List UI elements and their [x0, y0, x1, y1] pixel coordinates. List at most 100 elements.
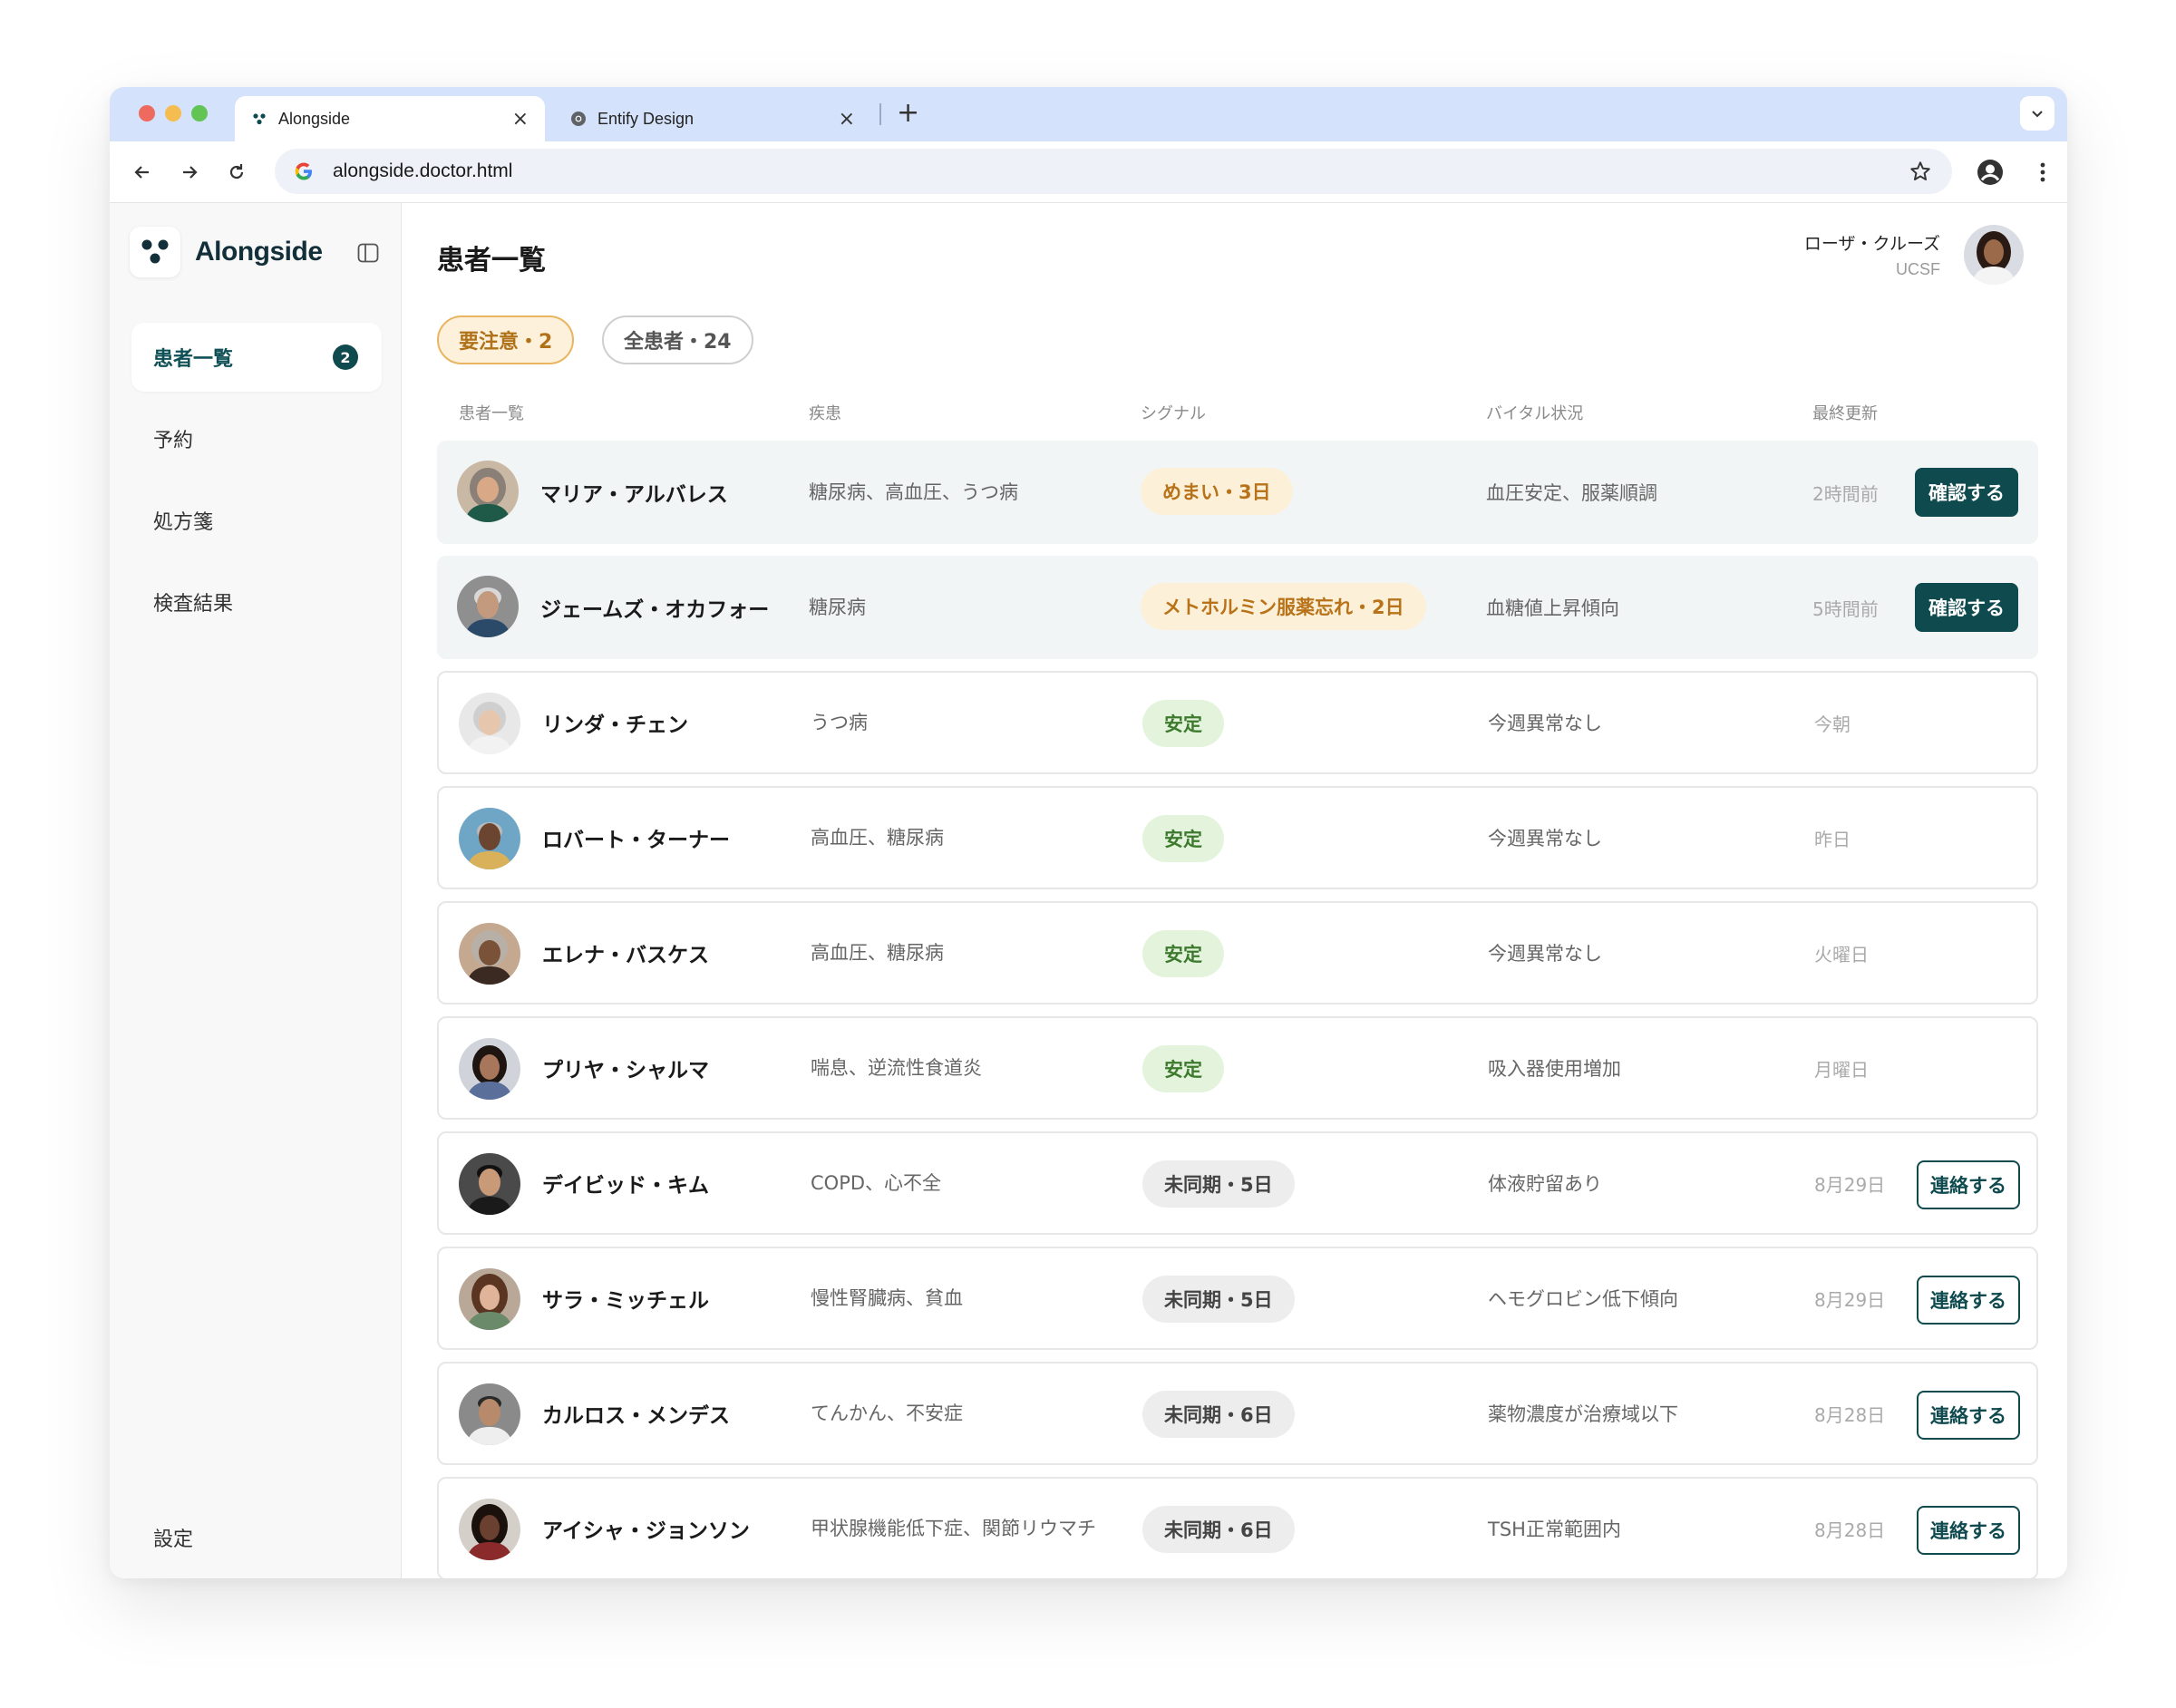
patient-conditions: 高血圧、糖尿病 — [811, 826, 944, 849]
table-row[interactable]: リンダ・チェン うつ病 安定 今週異常なし 今朝 — [437, 671, 2038, 774]
signal-badge: 安定 — [1142, 700, 1224, 747]
last-updated: 8月28日 — [1814, 1519, 1886, 1541]
signal-badge: メトホルミン服薬忘れ・2日 — [1141, 583, 1426, 630]
sidebar-item-lab-results[interactable]: 検査結果 — [131, 568, 382, 636]
avatar — [459, 1383, 520, 1445]
review-button[interactable]: 確認する — [1915, 583, 2018, 632]
tab-search-button[interactable] — [2020, 96, 2055, 131]
contact-button[interactable]: 連絡する — [1917, 1160, 2020, 1209]
vital-status: 薬物濃度が治療域以下 — [1488, 1403, 1678, 1425]
maximize-window-button[interactable] — [191, 105, 208, 121]
user-organization: UCSF — [1896, 260, 1940, 278]
contact-button[interactable]: 連絡する — [1917, 1506, 2020, 1555]
tab-entify-design[interactable]: Entify Design × — [554, 96, 871, 141]
table-row[interactable]: プリヤ・シャルマ 喘息、逆流性食道炎 安定 吸入器使用増加 月曜日 — [437, 1016, 2038, 1120]
browser-window: Alongside × Entify Design × + alongside.… — [110, 87, 2067, 1578]
more-vertical-icon — [2040, 162, 2045, 182]
filter-attention[interactable]: 要注意・2 — [437, 315, 575, 364]
patient-name: リンダ・チェン — [542, 713, 688, 737]
patient-conditions: COPD、心不全 — [811, 1171, 942, 1194]
chevron-down-icon — [2032, 111, 2043, 118]
user-info: ローザ・クルーズ UCSF — [1804, 230, 1940, 279]
table-row[interactable]: サラ・ミッチェル 慢性腎臓病、貧血 未同期・5日 ヘモグロビン低下傾向 8月29… — [437, 1247, 2038, 1350]
back-button[interactable] — [128, 158, 157, 187]
notification-badge: 2 — [333, 345, 358, 370]
vital-status: 今週異常なし — [1488, 713, 1602, 734]
sidebar-item-appointments[interactable]: 予約 — [131, 404, 382, 473]
review-button[interactable]: 確認する — [1915, 468, 2018, 517]
table-row[interactable]: デイビッド・キム COPD、心不全 未同期・5日 体液貯留あり 8月29日 連絡… — [437, 1131, 2038, 1235]
table-row[interactable]: エレナ・バスケス 高血圧、糖尿病 安定 今週異常なし 火曜日 — [437, 901, 2038, 1004]
vital-status: 今週異常なし — [1488, 943, 1602, 965]
signal-badge: 未同期・5日 — [1142, 1160, 1295, 1208]
avatar — [459, 1268, 520, 1330]
brand[interactable]: Alongside — [130, 227, 323, 277]
table-row[interactable]: マリア・アルバレス 糖尿病、高血圧、うつ病 めまい・3日 血圧安定、服薬順調 2… — [437, 441, 2038, 544]
tab-strip: Alongside × Entify Design × + — [110, 87, 2067, 141]
tab-label: Entify Design — [597, 109, 695, 128]
last-updated: 8月29日 — [1814, 1288, 1886, 1311]
last-updated: 8月29日 — [1814, 1173, 1886, 1196]
patient-name: マリア・アルバレス — [540, 483, 728, 507]
avatar — [457, 576, 519, 637]
tab-alongside[interactable]: Alongside × — [235, 96, 545, 141]
contact-button[interactable]: 連絡する — [1917, 1391, 2020, 1440]
last-updated: 2時間前 — [1812, 482, 1879, 505]
last-updated: 月曜日 — [1814, 1058, 1869, 1081]
vital-status: TSH正常範囲内 — [1488, 1519, 1621, 1540]
browser-menu-button[interactable] — [2028, 158, 2057, 190]
column-header-signal: シグナル — [1141, 404, 1206, 423]
contact-button[interactable]: 連絡する — [1917, 1276, 2020, 1325]
patient-name: サラ・ミッチェル — [542, 1289, 709, 1313]
tab-label: Alongside — [278, 109, 351, 128]
close-window-button[interactable] — [139, 105, 155, 121]
avatar[interactable] — [1964, 225, 2024, 285]
star-icon — [1910, 161, 1930, 180]
vital-status: 血圧安定、服薬順調 — [1486, 482, 1657, 504]
profile-button[interactable] — [1976, 158, 2005, 190]
table-row[interactable]: ロバート・ターナー 高血圧、糖尿病 安定 今週異常なし 昨日 — [437, 786, 2038, 889]
avatar — [459, 923, 520, 985]
avatar — [459, 693, 520, 754]
patient-name: カルロス・メンデス — [542, 1404, 730, 1428]
table-row[interactable]: アイシャ・ジョンソン 甲状腺機能低下症、関節リウマチ 未同期・6日 TSH正常範… — [437, 1477, 2038, 1578]
vital-status: 血糖値上昇傾向 — [1486, 597, 1619, 619]
sidebar-toggle-button[interactable] — [356, 241, 380, 268]
table-row[interactable]: ジェームズ・オカフォー 糖尿病 メトホルミン服薬忘れ・2日 血糖値上昇傾向 5時… — [437, 556, 2038, 659]
vital-status: 吸入器使用増加 — [1488, 1058, 1621, 1080]
google-g-icon — [295, 162, 312, 180]
signal-badge: 安定 — [1142, 930, 1224, 977]
patient-conditions: 糖尿病 — [809, 596, 866, 618]
arrow-right-icon — [183, 166, 198, 179]
filter-all-patients[interactable]: 全患者・24 — [602, 315, 753, 364]
vital-status: ヘモグロビン低下傾向 — [1488, 1288, 1678, 1310]
column-header-condition: 疾患 — [809, 404, 841, 423]
signal-badge: 未同期・6日 — [1142, 1506, 1295, 1553]
alongside-favicon-icon — [251, 111, 267, 127]
patient-name: ジェームズ・オカフォー — [540, 598, 770, 622]
bookmark-button[interactable] — [1909, 160, 1932, 187]
avatar — [459, 1038, 520, 1100]
close-tab-icon[interactable]: × — [512, 108, 529, 131]
close-tab-icon[interactable]: × — [839, 108, 855, 131]
vital-status: 体液貯留あり — [1488, 1173, 1602, 1195]
patient-conditions: 糖尿病、高血圧、うつ病 — [809, 480, 1018, 503]
sidebar-panel-icon — [357, 243, 379, 263]
page-title: 患者一覧 — [437, 245, 546, 277]
new-tab-button[interactable]: + — [897, 100, 919, 127]
sidebar-item-prescriptions[interactable]: 処方箋 — [131, 486, 382, 555]
brand-name: Alongside — [195, 237, 323, 267]
reload-icon — [229, 164, 244, 180]
minimize-window-button[interactable] — [165, 105, 181, 121]
sidebar-item-patients[interactable]: 患者一覧 2 — [131, 323, 382, 392]
sidebar-item-label: 患者一覧 — [153, 348, 234, 371]
signal-badge: めまい・3日 — [1141, 468, 1293, 515]
forward-button[interactable] — [175, 158, 204, 187]
table-row[interactable]: カルロス・メンデス てんかん、不安症 未同期・6日 薬物濃度が治療域以下 8月2… — [437, 1362, 2038, 1465]
column-header-vitals: バイタル状況 — [1486, 404, 1584, 423]
patient-conditions: 甲状腺機能低下症、関節リウマチ — [811, 1517, 1096, 1539]
address-bar[interactable]: alongside.doctor.html — [275, 149, 1952, 194]
avatar — [459, 808, 520, 869]
sidebar-item-settings[interactable]: 設定 — [153, 1523, 193, 1552]
reload-button[interactable] — [222, 158, 251, 187]
